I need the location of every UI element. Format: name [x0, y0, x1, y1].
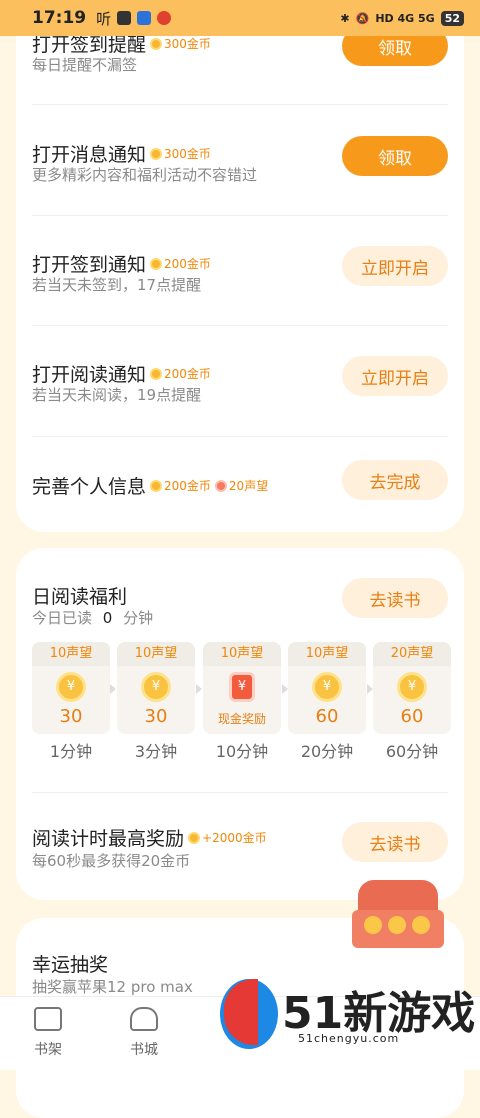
coin-icon: [150, 147, 163, 160]
reading-day-label: 1分钟: [49, 742, 93, 761]
mail-icon: [117, 11, 132, 25]
task-profile: 完善个人信息 200金币 20声望 去完成: [32, 436, 448, 546]
lottery-title: 幸运抽奖: [32, 954, 109, 976]
arrow-icon: [110, 684, 116, 694]
weibo-icon: [157, 11, 172, 25]
carrier-glyph: 听: [96, 9, 112, 28]
treasure-chest-icon[interactable]: [352, 880, 444, 950]
coin-icon: ¥: [312, 672, 342, 702]
task-desc: 若当天未阅读，19点提醒: [32, 386, 202, 404]
task-title: 阅读计时最高奖励 +2000金币: [32, 828, 267, 850]
reading-day-label: 60分钟: [385, 742, 439, 761]
battery-indicator: 52: [440, 10, 464, 26]
reading-day-3: 10声望 ¥ 现金奖励: [203, 642, 281, 734]
lottery-desc: 抽奖赢苹果12 pro max: [32, 978, 193, 996]
tab-bookshelf[interactable]: 书架: [18, 1007, 78, 1059]
task-sign-notify: 打开签到通知 200金币 若当天未签到，17点提醒 立即开启: [32, 216, 448, 326]
mute-icon: 🔕: [355, 11, 370, 25]
task-read-notify: 打开阅读通知 200金币 若当天未阅读，19点提醒 立即开启: [32, 326, 448, 436]
red-envelope-icon: ¥: [229, 672, 255, 702]
bluetooth-icon: ✱: [340, 11, 350, 25]
task-desc: 每日提醒不漏签: [32, 56, 138, 74]
network-text: HD 4G 5G: [375, 11, 435, 25]
reading-day-label: 3分钟: [134, 742, 178, 761]
status-bar: 17:19 听 ✱ 🔕 HD 4G 5G 52: [0, 0, 480, 36]
reading-day-label: 20分钟: [300, 742, 354, 761]
task-desc: 若当天未签到，17点提醒: [32, 276, 202, 294]
enable-button[interactable]: 立即开启: [342, 246, 448, 286]
tab-bookstore[interactable]: 书城: [114, 1007, 174, 1059]
enable-button[interactable]: 立即开启: [342, 356, 448, 396]
task-title: 打开消息通知 300金币: [32, 144, 211, 166]
reading-today: 今日已读 0 分钟: [32, 609, 154, 627]
reading-title: 日阅读福利: [32, 586, 128, 608]
reading-day-1: 10声望 ¥ 30: [32, 642, 110, 734]
coin-icon: ¥: [141, 672, 171, 702]
reading-day-2: 10声望 ¥ 30: [117, 642, 195, 734]
watermark: 51新游戏 51chengyu.com: [220, 975, 475, 1055]
coin-icon: [150, 257, 163, 270]
status-time: 17:19: [32, 8, 87, 28]
complete-button[interactable]: 去完成: [342, 460, 448, 500]
go-read-button[interactable]: 去读书: [342, 578, 448, 618]
coin-reward: 200金币: [150, 255, 211, 272]
coin-icon: [150, 367, 163, 380]
coin-icon: [150, 37, 163, 50]
app-icon: [137, 11, 152, 25]
coin-icon: [150, 479, 163, 492]
claim-button[interactable]: 领取: [342, 136, 448, 176]
coin-icon: [188, 831, 201, 844]
task-title: 完善个人信息 200金币 20声望: [32, 476, 269, 498]
task-desc: 更多精彩内容和福利活动不容错过: [32, 166, 258, 184]
task-title: 打开签到通知 200金币: [32, 254, 211, 276]
coin-reward: 200金币: [150, 477, 211, 494]
reputation-icon: [214, 479, 227, 492]
coin-reward: +2000金币: [188, 829, 267, 846]
coin-reward: 200金币: [150, 365, 211, 382]
task-desc: 每60秒最多获得20金币: [32, 852, 191, 870]
arrow-icon: [196, 684, 202, 694]
bookshelf-icon: [34, 1007, 62, 1031]
coin-icon: ¥: [56, 672, 86, 702]
status-right: ✱ 🔕 HD 4G 5G 52: [340, 10, 464, 26]
reading-day-label: 10分钟: [215, 742, 269, 761]
coin-reward: 300金币: [150, 145, 211, 162]
divider: [32, 104, 448, 105]
reading-day-4: 10声望 ¥ 60: [288, 642, 366, 734]
bookstore-icon: [130, 1007, 158, 1031]
coin-reward: 300金币: [150, 35, 211, 52]
reading-day-5: 20声望 ¥ 60: [373, 642, 451, 734]
reputation-reward: 20声望: [214, 477, 268, 494]
task-message-notify: 打开消息通知 300金币 更多精彩内容和福利活动不容错过 领取: [32, 106, 448, 216]
task-title: 打开阅读通知 200金币: [32, 364, 211, 386]
go-read-button[interactable]: 去读书: [342, 822, 448, 862]
coin-icon: ¥: [397, 672, 427, 702]
